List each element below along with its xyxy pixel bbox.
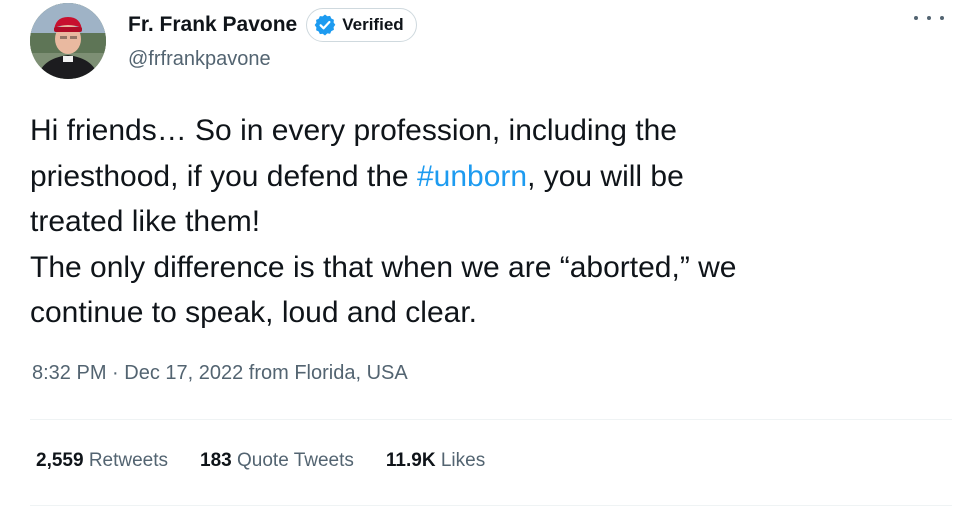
display-name[interactable]: Fr. Frank Pavone (128, 13, 297, 37)
hashtag-link[interactable]: #unborn (417, 160, 527, 193)
tweet-text: Hi friends… So in every profession, incl… (30, 108, 960, 336)
more-dot (914, 16, 918, 20)
retweets-count: 2,559 (36, 450, 84, 471)
more-dot (940, 16, 944, 20)
more-dot (927, 16, 931, 20)
more-options-icon[interactable] (914, 6, 944, 30)
engagement-stats: 2,559 Retweets 183 Quote Tweets 11.9K Li… (36, 450, 517, 472)
tweet-card: Fr. Frank Pavone Verified @frfrankpavone… (0, 0, 980, 523)
avatar[interactable] (30, 3, 106, 79)
author-handle[interactable]: @frfrankpavone (128, 48, 271, 71)
likes-stat[interactable]: 11.9K Likes (386, 450, 485, 472)
verified-badge-icon (314, 14, 336, 36)
quote-tweets-label: Quote Tweets (237, 450, 354, 471)
divider (30, 419, 952, 420)
quote-tweets-stat[interactable]: 183 Quote Tweets (200, 450, 354, 472)
author-row: Fr. Frank Pavone Verified (128, 7, 417, 43)
tweet-timestamp[interactable]: 8:32 PM · Dec 17, 2022 from Florida, USA (32, 362, 408, 385)
divider (30, 505, 952, 506)
likes-count: 11.9K (385, 450, 436, 471)
retweets-label: Retweets (88, 450, 169, 471)
retweets-stat[interactable]: 2,559 Retweets (36, 450, 168, 472)
likes-label: Likes (440, 450, 486, 471)
quote-tweets-count: 183 (200, 450, 232, 471)
verified-label: Verified (342, 15, 404, 34)
verified-badge[interactable]: Verified (306, 8, 417, 42)
